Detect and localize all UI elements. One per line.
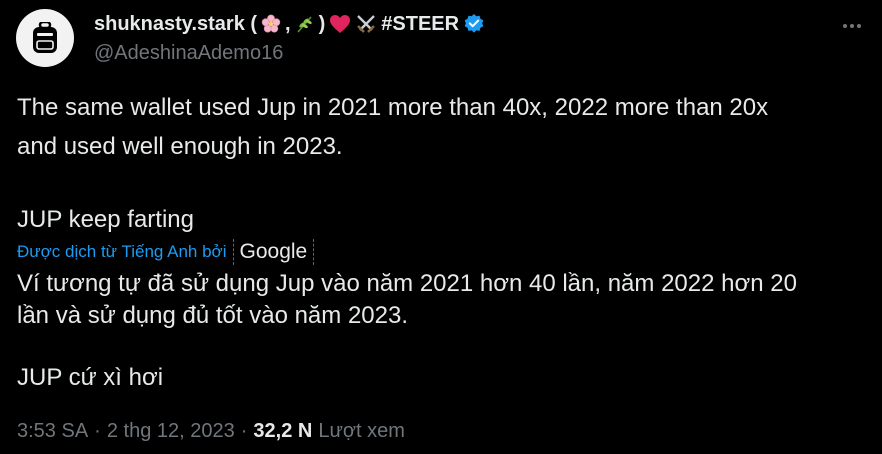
display-name-tag: #STEER [381,12,460,35]
tweet-line: and used well enough in 2023. [17,133,343,160]
google-logo: Google [239,240,308,263]
translation-line: Ví tương tự đã sử dụng Jup vào năm 2021 … [17,270,797,297]
meta-separator: · [94,419,101,442]
tweet-line: The same wallet used Jup in 2021 more th… [17,94,769,121]
display-name-close-paren: ) [318,12,326,35]
verified-badge-icon[interactable] [463,13,485,35]
backpack-icon [33,22,57,53]
tweet-meta: 3:53 SA · 2 thg 12, 2023 · 32,2 N Lượt x… [17,418,405,444]
views-count[interactable]: 32,2 N [253,420,312,443]
more-options-button[interactable] [840,14,864,38]
tweet-date[interactable]: 2 thg 12, 2023 [107,420,235,443]
crossed-swords-icon [355,13,377,35]
translated-by-label[interactable]: Được dịch từ Tiếng Anh bởi [17,242,227,262]
translation-line: lần và sử dụng đủ tốt vào năm 2023. [17,302,408,329]
meta-separator: · [240,419,248,442]
translated-text: Ví tương tự đã sử dụng Jup vào năm 2021 … [17,268,862,394]
display-name-comma: , [285,12,291,35]
author-handle[interactable]: @AdeshinaAdemo16 [94,42,283,65]
translation-attribution: Được dịch từ Tiếng Anh bởi Google [17,238,315,266]
tweet-time[interactable]: 3:53 SA [17,420,88,443]
tweet-line: JUP keep farting [17,206,194,233]
cherry-blossom-icon [261,14,281,34]
avatar[interactable] [16,9,74,67]
more-icon [843,24,861,28]
translation-line: JUP cứ xì hơi [17,364,164,391]
tweet-text: The same wallet used Jup in 2021 more th… [17,88,857,239]
views-label: Lượt xem [318,419,405,442]
display-name-prefix: shuknasty.stark ( [94,12,258,35]
herb-icon [295,14,315,34]
author-display-name[interactable]: shuknasty.stark ( , ) #STEER [94,10,485,38]
divider [313,239,315,265]
divider [232,239,234,265]
red-heart-icon [329,14,351,34]
